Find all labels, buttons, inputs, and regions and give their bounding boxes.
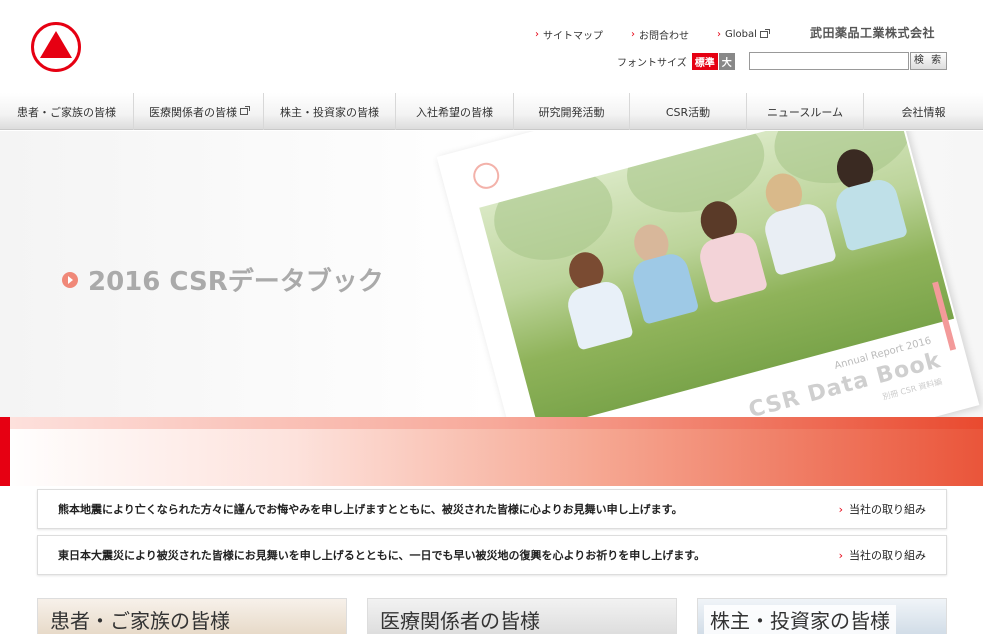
nav-research[interactable]: 研究開発活動 — [514, 93, 630, 130]
nav-recruit[interactable]: 入社希望の皆様 — [396, 93, 514, 130]
nav-csr[interactable]: CSR活動 — [630, 93, 747, 130]
card-label: 患者・ご家族の皆様 — [50, 609, 230, 633]
hero-banner[interactable]: Annual Report 2016 CSR Data Book 別冊 CSR … — [0, 131, 983, 417]
chevron-right-icon: › — [838, 548, 843, 562]
global-nav: 患者・ご家族の皆様 医療関係者の皆様 株主・投資家の皆様 入社希望の皆様 研究開… — [0, 93, 983, 130]
card-label: 株主・投資家の皆様 — [704, 605, 896, 634]
font-size-large-button[interactable]: 大 — [718, 53, 735, 70]
font-size-switcher: フォントサイズ 標準 大 — [617, 53, 735, 70]
chevron-right-icon: › — [631, 29, 635, 40]
utility-links: › サイトマップ › お問合わせ › Global — [535, 27, 796, 42]
sitemap-link[interactable]: › サイトマップ — [535, 27, 603, 42]
nav-patients[interactable]: 患者・ご家族の皆様 — [0, 93, 134, 130]
notice-tohoku: 東日本大震災により被災された皆様にお見舞いを申し上げるとともに、一日でも早い被災… — [37, 535, 947, 575]
global-link[interactable]: › Global — [717, 27, 770, 42]
external-link-icon — [240, 106, 250, 115]
chevron-right-icon: › — [535, 29, 539, 40]
book-logo-icon — [470, 159, 503, 192]
card-medical[interactable]: 医療関係者の皆様 — [367, 598, 677, 634]
card-investors[interactable]: 株主・投資家の皆様 — [697, 598, 947, 634]
card-patients[interactable]: 患者・ご家族の皆様 — [37, 598, 347, 634]
csr-databook-cover: Annual Report 2016 CSR Data Book 別冊 CSR … — [436, 131, 980, 417]
notice-link[interactable]: › 当社の取り組み — [839, 547, 926, 563]
triangle-logo-icon — [40, 31, 72, 58]
notice-text: 東日本大震災により被災された皆様にお見舞いを申し上げるとともに、一日でも早い被災… — [58, 549, 706, 562]
font-size-standard-button[interactable]: 標準 — [691, 53, 718, 70]
nav-medical[interactable]: 医療関係者の皆様 — [134, 93, 264, 130]
arrow-circle-icon — [62, 271, 78, 288]
notice-text: 熊本地震により亡くなられた方々に謹んでお悔やみを申し上げますとともに、被災された… — [58, 503, 683, 516]
chevron-right-icon: › — [838, 502, 843, 516]
nav-newsroom[interactable]: ニュースルーム — [747, 93, 864, 130]
notice-kumamoto: 熊本地震により亡くなられた方々に謹んでお悔やみを申し上げますとともに、被災された… — [37, 489, 947, 529]
search-button[interactable]: 検 索 — [910, 52, 947, 70]
nav-company[interactable]: 会社情報 — [864, 93, 983, 130]
chevron-right-icon: › — [717, 29, 721, 40]
external-link-icon — [759, 29, 770, 38]
font-size-label: フォントサイズ — [617, 58, 687, 69]
search-input[interactable] — [749, 52, 909, 70]
takeda-logo[interactable] — [31, 22, 81, 72]
nav-investors[interactable]: 株主・投資家の皆様 — [264, 93, 396, 130]
corporate-name: 武田薬品工業株式会社 — [810, 26, 936, 40]
hero-title[interactable]: 2016 CSRデータブック — [62, 261, 384, 298]
contact-link[interactable]: › お問合わせ — [631, 27, 689, 42]
notice-link[interactable]: › 当社の取り組み — [839, 501, 926, 517]
card-label: 医療関係者の皆様 — [380, 609, 540, 633]
